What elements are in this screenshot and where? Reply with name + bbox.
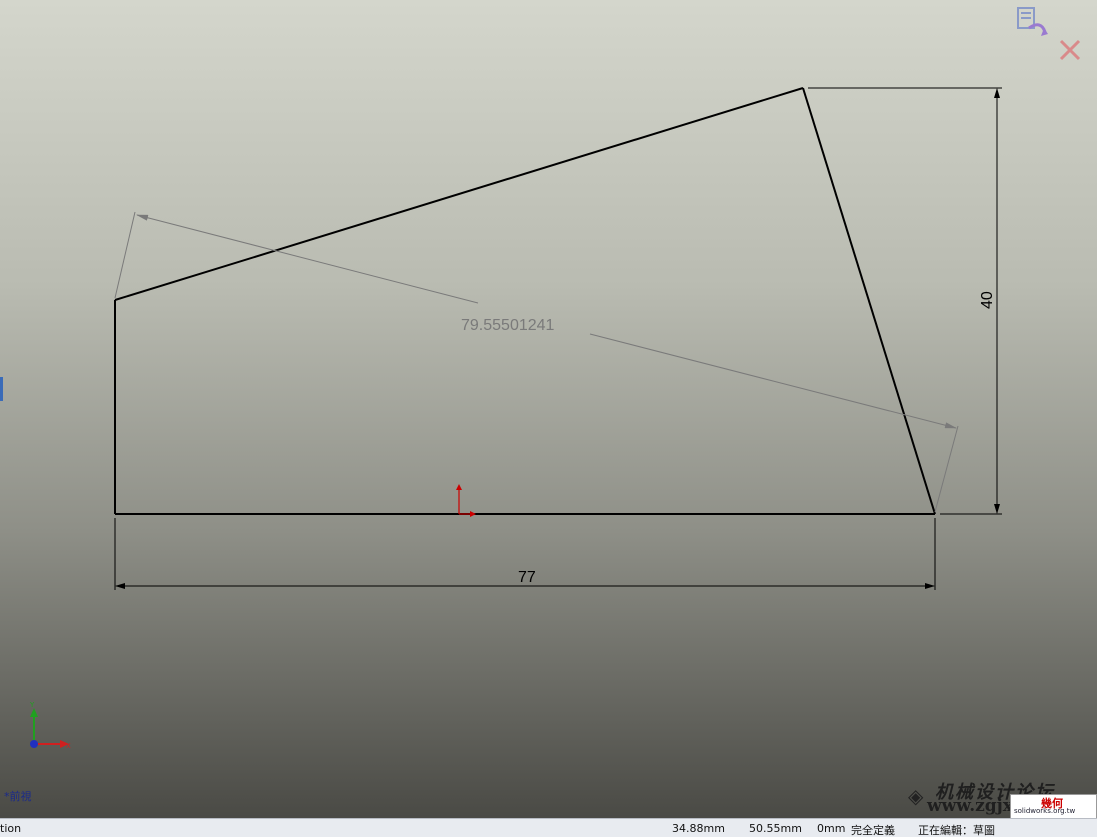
dimension-value-vertical[interactable]: 40	[979, 291, 996, 309]
dimension-line	[589, 333, 957, 429]
watermark-logo-icon: ◈	[908, 784, 924, 808]
dimension-vertical[interactable]: 40	[808, 87, 1002, 515]
status-message: tion	[0, 822, 22, 835]
dimension-horizontal[interactable]: 77	[114, 518, 936, 590]
dimension-value-diagonal[interactable]: 79.55501241	[461, 317, 555, 334]
dimension-line	[136, 214, 479, 304]
watermark-badge: 幾何 solidworks.org.tw	[1010, 794, 1097, 818]
sketch-canvas[interactable]: 77 40 79.55501241 Y X	[0, 0, 1097, 818]
extension-line	[934, 425, 959, 513]
side-panel-tab[interactable]	[0, 377, 3, 401]
close-icon[interactable]	[1058, 38, 1082, 62]
view-name-label: *前視	[4, 790, 32, 803]
sketch-origin-icon	[456, 484, 476, 517]
svg-text:X: X	[66, 742, 71, 750]
extension-line	[114, 211, 136, 299]
svg-text:Y: Y	[29, 701, 35, 709]
status-z-coordinate: 0mm	[817, 822, 846, 835]
reference-triad-icon: Y X	[29, 701, 71, 750]
watermark-badge-sub: solidworks.org.tw	[1014, 807, 1076, 815]
sketch-line-right[interactable]	[802, 87, 936, 515]
status-bar: tion 34.88mm 50.55mm 0mm 完全定義 正在編輯：草圖	[0, 818, 1097, 837]
graphics-area[interactable]: 77 40 79.55501241 Y X *前視 ◈ 机械设计论坛 幾何 so…	[0, 0, 1097, 818]
sketch-line-top[interactable]	[114, 87, 804, 301]
dimension-value-horizontal[interactable]: 77	[518, 569, 536, 586]
status-x-coordinate: 34.88mm	[672, 822, 725, 835]
status-y-coordinate: 50.55mm	[749, 822, 802, 835]
sketch-profile[interactable]	[114, 87, 936, 515]
sketch-exit-icon[interactable]	[1015, 6, 1055, 46]
dimension-diagonal-driven[interactable]: 79.55501241	[114, 211, 959, 513]
watermark: ◈ 机械设计论坛 www.zgjxcad.com 幾何 solidworks.o…	[905, 778, 1097, 818]
